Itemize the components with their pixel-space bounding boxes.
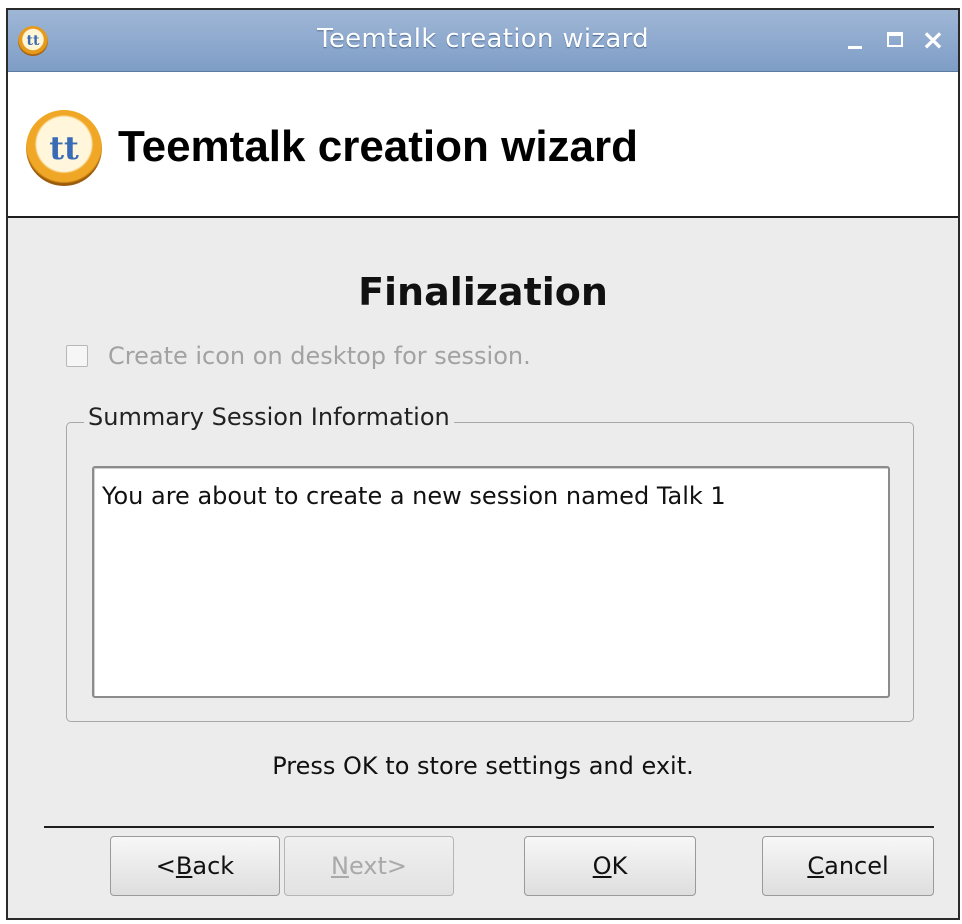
cancel-mnemonic: C [807, 852, 825, 880]
ok-button[interactable]: OK [524, 836, 696, 896]
next-mnemonic: N [330, 852, 349, 880]
section-title: Finalization [358, 270, 608, 314]
ok-label-rest: K [611, 852, 628, 880]
finish-hint: Press OK to store settings and exit. [272, 752, 694, 780]
desktop-icon-checkbox[interactable] [66, 345, 88, 367]
button-separator [44, 826, 934, 828]
wizard-header: tt Teemtalk creation wizard [8, 72, 958, 218]
title-bar[interactable]: tt Teemtalk creation wizard × [8, 10, 958, 72]
back-button[interactable]: < Back [110, 836, 280, 896]
desktop-icon-checkbox-label: Create icon on desktop for session. [108, 342, 531, 370]
header-title: Teemtalk creation wizard [118, 122, 639, 171]
close-icon: × [921, 23, 945, 56]
minimize-button[interactable] [842, 26, 868, 54]
next-label-rest: ext> [348, 852, 408, 880]
ok-mnemonic: O [592, 852, 612, 880]
cancel-button[interactable]: Cancel [762, 836, 934, 896]
back-mnemonic: B [175, 852, 193, 880]
wizard-window: tt Teemtalk creation wizard × tt Teemtal… [6, 8, 960, 920]
logo-text: tt [49, 129, 79, 167]
summary-text-area[interactable]: You are about to create a new session na… [92, 466, 890, 698]
window-title: Teemtalk creation wizard [317, 24, 649, 54]
minimize-icon [848, 46, 862, 49]
summary-text: You are about to create a new session na… [102, 482, 726, 510]
teemtalk-logo-icon: tt [26, 110, 102, 186]
summary-group-legend: Summary Session Information [84, 403, 454, 431]
back-label-rest: ack [192, 852, 235, 880]
back-prefix: < [155, 852, 176, 880]
close-button[interactable]: × [920, 26, 946, 54]
next-button[interactable]: Next> [284, 836, 454, 896]
maximize-button[interactable] [882, 26, 908, 54]
maximize-icon [887, 32, 903, 47]
cancel-label-rest: ancel [824, 852, 889, 880]
